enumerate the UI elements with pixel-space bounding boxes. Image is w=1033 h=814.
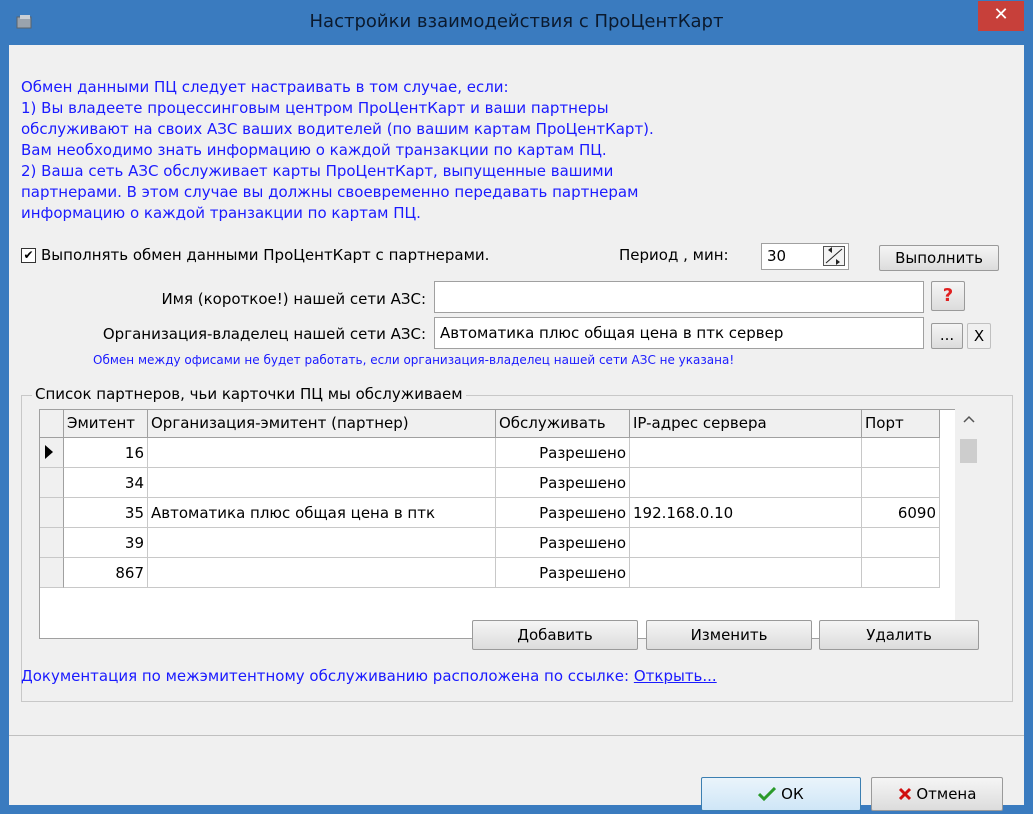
- cell-org[interactable]: [148, 468, 496, 498]
- cell-emitent[interactable]: 867: [64, 558, 148, 588]
- cell-port[interactable]: [862, 558, 940, 588]
- table-row[interactable]: 34 Разрешено: [40, 468, 955, 498]
- help-button[interactable]: ?: [931, 281, 965, 311]
- delete-partner-button[interactable]: Удалить: [819, 620, 979, 650]
- column-header-org[interactable]: Организация-эмитент (партнер): [148, 410, 496, 438]
- exchange-checkbox-label[interactable]: Выполнять обмен данными ПроЦентКарт с па…: [41, 246, 489, 264]
- row-indicator: [40, 438, 64, 468]
- grid-header: Эмитент Организация-эмитент (партнер) Об…: [40, 410, 955, 440]
- info-line: обслуживают на своих АЗС ваших водителей…: [21, 120, 654, 138]
- docs-open-link[interactable]: Открыть...: [634, 667, 717, 685]
- info-line: партнерами. В этом случае вы должны свое…: [21, 183, 639, 201]
- cell-serve[interactable]: Разрешено: [496, 468, 630, 498]
- docs-text: Документация по межэмитентному обслужива…: [21, 667, 717, 685]
- cell-serve[interactable]: Разрешено: [496, 498, 630, 528]
- cell-emitent[interactable]: 34: [64, 468, 148, 498]
- column-header-emitent[interactable]: Эмитент: [64, 410, 148, 438]
- period-value: 30: [767, 247, 787, 265]
- info-line: информацию о каждой транзакции по картам…: [21, 204, 421, 222]
- cell-ip[interactable]: [630, 558, 862, 588]
- owner-warning: Обмен между офисами не будет работать, е…: [93, 353, 735, 367]
- cell-ip[interactable]: [630, 528, 862, 558]
- row-indicator: [40, 528, 64, 558]
- info-line: Обмен данными ПЦ следует настраивать в т…: [21, 78, 509, 96]
- cancel-label: Отмена: [916, 785, 977, 803]
- check-icon: ✔: [23, 248, 34, 262]
- cell-serve[interactable]: Разрешено: [496, 438, 630, 468]
- cell-ip[interactable]: [630, 438, 862, 468]
- title-bar[interactable]: Настройки взаимодействия с ПроЦентКарт ✕: [1, 1, 1032, 45]
- period-field[interactable]: 30: [761, 243, 849, 270]
- clear-button[interactable]: X: [967, 323, 991, 349]
- partners-group-label: Список партнеров, чьи карточки ПЦ мы обс…: [32, 385, 466, 403]
- table-row[interactable]: 39 Разрешено: [40, 528, 955, 558]
- cell-org[interactable]: [148, 528, 496, 558]
- browse-button[interactable]: ...: [931, 323, 963, 349]
- cell-port[interactable]: [862, 438, 940, 468]
- clear-icon: X: [973, 327, 985, 345]
- question-icon: ?: [942, 285, 954, 306]
- column-header-serve[interactable]: Обслуживать: [496, 410, 630, 438]
- checkmark-icon: [758, 786, 777, 802]
- window-title: Настройки взаимодействия с ПроЦентКарт: [309, 11, 724, 32]
- row-indicator: [40, 498, 64, 528]
- column-header-port[interactable]: Порт: [862, 410, 940, 438]
- spin-arrows-icon[interactable]: [823, 246, 845, 266]
- cell-serve[interactable]: Разрешено: [496, 558, 630, 588]
- grid-scrollbar[interactable]: [956, 409, 981, 637]
- owner-label: Организация-владелец нашей сети АЗС:: [102, 325, 426, 343]
- partners-grid[interactable]: Эмитент Организация-эмитент (партнер) Об…: [39, 409, 955, 639]
- cell-org[interactable]: [148, 438, 496, 468]
- cell-org[interactable]: Автоматика плюс общая цена в птк: [148, 498, 496, 528]
- cell-emitent[interactable]: 16: [64, 438, 148, 468]
- close-icon: ✕: [993, 4, 1009, 25]
- period-label: Период , мин:: [619, 246, 729, 264]
- dialog-body: Обмен данными ПЦ следует настраивать в т…: [9, 45, 1024, 811]
- cell-serve[interactable]: Разрешено: [496, 528, 630, 558]
- edit-partner-button[interactable]: Изменить: [646, 620, 812, 650]
- execute-button[interactable]: Выполнить: [879, 245, 999, 271]
- scroll-up-icon[interactable]: [963, 415, 975, 423]
- table-row[interactable]: 867 Разрешено: [40, 558, 955, 588]
- column-header-ip[interactable]: IP-адрес сервера: [630, 410, 862, 438]
- cancel-button[interactable]: Отмена: [871, 777, 1003, 811]
- table-row[interactable]: 16 Разрешено: [40, 438, 955, 468]
- cross-icon: [898, 787, 911, 801]
- cell-ip[interactable]: [630, 468, 862, 498]
- network-name-input[interactable]: [434, 281, 924, 313]
- row-indicator: [40, 558, 64, 588]
- cell-emitent[interactable]: 39: [64, 528, 148, 558]
- info-line: 1) Вы владеете процессинговым центром Пр…: [21, 99, 609, 117]
- scroll-thumb[interactable]: [960, 439, 977, 463]
- table-row[interactable]: 35 Автоматика плюс общая цена в птк Разр…: [40, 498, 955, 528]
- add-partner-button[interactable]: Добавить: [472, 620, 638, 650]
- ok-button[interactable]: ОК: [701, 777, 861, 811]
- row-indicator-header: [40, 410, 64, 438]
- close-button[interactable]: ✕: [978, 1, 1024, 31]
- owner-input[interactable]: Автоматика плюс общая цена в птк сервер: [434, 317, 924, 349]
- cell-port[interactable]: [862, 468, 940, 498]
- docs-label: Документация по межэмитентному обслужива…: [21, 667, 630, 685]
- ok-label: ОК: [781, 785, 804, 803]
- cell-port[interactable]: 6090: [862, 498, 940, 528]
- row-indicator: [40, 468, 64, 498]
- info-line: 2) Ваша сеть АЗС обслуживает карты ПроЦе…: [21, 162, 614, 180]
- footer-divider: [9, 735, 1024, 736]
- exchange-checkbox[interactable]: ✔: [21, 248, 36, 263]
- network-name-label: Имя (короткое!) нашей сети АЗС:: [161, 290, 426, 308]
- current-row-arrow-icon: [45, 445, 53, 459]
- cell-port[interactable]: [862, 528, 940, 558]
- cell-ip[interactable]: 192.168.0.10: [630, 498, 862, 528]
- cell-emitent[interactable]: 35: [64, 498, 148, 528]
- dialog-window: Настройки взаимодействия с ПроЦентКарт ✕…: [0, 0, 1033, 814]
- cell-org[interactable]: [148, 558, 496, 588]
- info-line: Вам необходимо знать информацию о каждой…: [21, 141, 607, 159]
- info-text: Обмен данными ПЦ следует настраивать в т…: [21, 77, 841, 224]
